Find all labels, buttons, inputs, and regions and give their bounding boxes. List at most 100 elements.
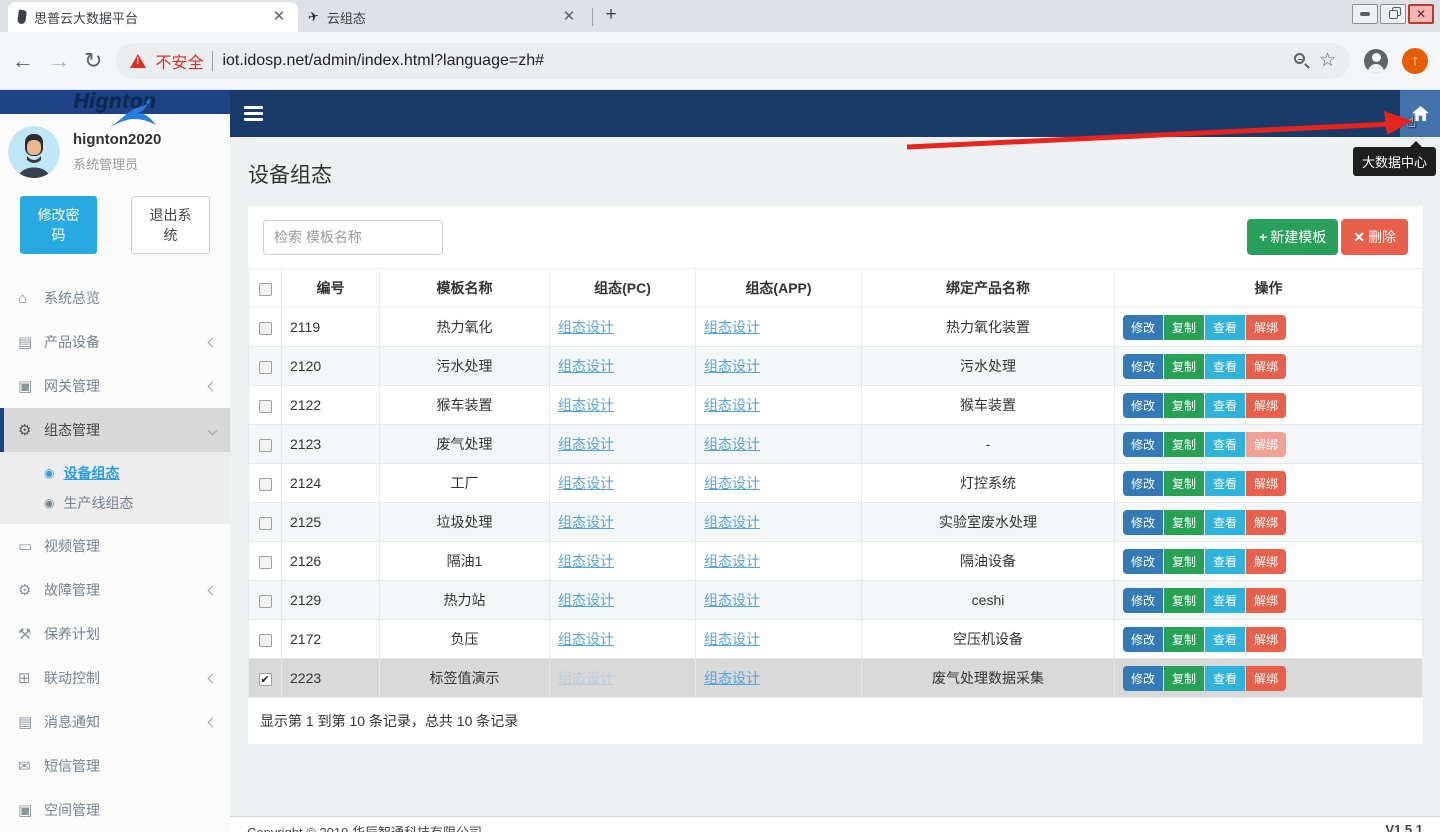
close-button[interactable]: ✕ (1408, 4, 1434, 24)
row-checkbox[interactable]: ✔ (259, 673, 272, 686)
copy-button[interactable]: 复制 (1164, 393, 1204, 418)
pc-config-link[interactable]: 组态设计 (558, 514, 614, 530)
copy-button[interactable]: 复制 (1164, 549, 1204, 574)
app-config-link[interactable]: 组态设计 (704, 397, 760, 413)
pc-config-link[interactable]: 组态设计 (558, 670, 614, 686)
app-config-link[interactable]: 组态设计 (704, 592, 760, 608)
view-button[interactable]: 查看 (1205, 471, 1245, 496)
app-config-link[interactable]: 组态设计 (704, 475, 760, 491)
new-template-button[interactable]: +新建模板 (1247, 219, 1338, 255)
app-config-link[interactable]: 组态设计 (704, 436, 760, 452)
sidebar-item-保养计划[interactable]: ⚒保养计划 (0, 612, 230, 656)
view-button[interactable]: 查看 (1205, 588, 1245, 613)
pc-config-link[interactable]: 组态设计 (558, 358, 614, 374)
copy-button[interactable]: 复制 (1164, 471, 1204, 496)
row-checkbox[interactable] (259, 322, 272, 335)
edit-button[interactable]: 修改 (1123, 315, 1163, 340)
logout-button[interactable]: 退出系统 (131, 196, 210, 254)
view-button[interactable]: 查看 (1205, 666, 1245, 691)
tab-cloud-config[interactable]: ✈ 云组态 ✕ (298, 2, 588, 32)
row-checkbox[interactable] (259, 361, 272, 374)
row-checkbox[interactable] (259, 439, 272, 452)
unbind-button[interactable]: 解绑 (1246, 393, 1286, 418)
row-checkbox[interactable] (259, 478, 272, 491)
sidebar-item-组态管理[interactable]: ⚙组态管理 (0, 408, 230, 452)
app-config-link[interactable]: 组态设计 (704, 514, 760, 530)
sidebar-item-消息通知[interactable]: ▤消息通知 (0, 700, 230, 744)
browser-profile-icon[interactable] (1364, 49, 1388, 73)
edit-button[interactable]: 修改 (1123, 354, 1163, 379)
row-checkbox[interactable] (259, 634, 272, 647)
sidebar-item-系统总览[interactable]: ⌂系统总览 (0, 276, 230, 320)
select-all-checkbox[interactable] (259, 283, 272, 296)
tab-close-icon[interactable]: ✕ (560, 8, 578, 26)
pc-config-link[interactable]: 组态设计 (558, 631, 614, 647)
unbind-button[interactable]: 解绑 (1246, 510, 1286, 535)
edit-button[interactable]: 修改 (1123, 432, 1163, 457)
search-input[interactable] (263, 220, 443, 255)
copy-button[interactable]: 复制 (1164, 354, 1204, 379)
pc-config-link[interactable]: 组态设计 (558, 553, 614, 569)
edit-button[interactable]: 修改 (1123, 588, 1163, 613)
reload-icon[interactable]: ↻ (84, 50, 102, 72)
edit-button[interactable]: 修改 (1123, 549, 1163, 574)
new-tab-button[interactable]: + (597, 2, 625, 30)
view-button[interactable]: 查看 (1205, 315, 1245, 340)
row-checkbox[interactable] (259, 595, 272, 608)
delete-button[interactable]: ✕删除 (1341, 219, 1408, 255)
back-icon[interactable]: ← (12, 50, 34, 72)
unbind-button[interactable]: 解绑 (1246, 432, 1286, 457)
pc-config-link[interactable]: 组态设计 (558, 475, 614, 491)
bigdata-center-home-button[interactable]: ☝ (1400, 90, 1440, 137)
sidebar-item-联动控制[interactable]: ⊞联动控制 (0, 656, 230, 700)
submenu-item-设备组态[interactable]: ◉设备组态 (0, 458, 230, 488)
copy-button[interactable]: 复制 (1164, 510, 1204, 535)
copy-button[interactable]: 复制 (1164, 627, 1204, 652)
forward-icon[interactable]: → (48, 50, 70, 72)
pc-config-link[interactable]: 组态设计 (558, 436, 614, 452)
edit-button[interactable]: 修改 (1123, 627, 1163, 652)
app-config-link[interactable]: 组态设计 (704, 358, 760, 374)
app-config-link[interactable]: 组态设计 (704, 553, 760, 569)
edit-button[interactable]: 修改 (1123, 393, 1163, 418)
unbind-button[interactable]: 解绑 (1246, 666, 1286, 691)
tab-dashboard[interactable]: 思普云大数据平台 ✕ (8, 2, 298, 32)
sidebar-item-短信管理[interactable]: ✉短信管理 (0, 744, 230, 788)
app-config-link[interactable]: 组态设计 (704, 319, 760, 335)
sidebar-toggle-button[interactable] (244, 106, 263, 121)
copy-button[interactable]: 复制 (1164, 666, 1204, 691)
address-bar[interactable]: 不安全 iot.idosp.net/admin/index.html?langu… (116, 43, 1350, 79)
unbind-button[interactable]: 解绑 (1246, 549, 1286, 574)
bookmark-star-icon[interactable]: ☆ (1319, 49, 1336, 72)
pc-config-link[interactable]: 组态设计 (558, 397, 614, 413)
submenu-item-生产线组态[interactable]: ◉生产线组态 (0, 488, 230, 518)
sidebar-item-视频管理[interactable]: ▭视频管理 (0, 524, 230, 568)
row-checkbox[interactable] (259, 517, 272, 530)
view-button[interactable]: 查看 (1205, 393, 1245, 418)
row-checkbox[interactable] (259, 556, 272, 569)
pc-config-link[interactable]: 组态设计 (558, 592, 614, 608)
sidebar-item-故障管理[interactable]: ⚙故障管理 (0, 568, 230, 612)
unbind-button[interactable]: 解绑 (1246, 471, 1286, 496)
view-button[interactable]: 查看 (1205, 354, 1245, 379)
edit-button[interactable]: 修改 (1123, 471, 1163, 496)
view-button[interactable]: 查看 (1205, 549, 1245, 574)
view-button[interactable]: 查看 (1205, 627, 1245, 652)
unbind-button[interactable]: 解绑 (1246, 588, 1286, 613)
app-config-link[interactable]: 组态设计 (704, 631, 760, 647)
tab-close-icon[interactable]: ✕ (270, 8, 288, 26)
app-config-link[interactable]: 组态设计 (704, 670, 760, 686)
unbind-button[interactable]: 解绑 (1246, 354, 1286, 379)
sidebar-item-产品设备[interactable]: ▤产品设备 (0, 320, 230, 364)
edit-button[interactable]: 修改 (1123, 510, 1163, 535)
sidebar-item-网关管理[interactable]: ▣网关管理 (0, 364, 230, 408)
copy-button[interactable]: 复制 (1164, 315, 1204, 340)
minimize-button[interactable] (1352, 4, 1378, 24)
sidebar-item-空间管理[interactable]: ▣空间管理 (0, 788, 230, 832)
unbind-button[interactable]: 解绑 (1246, 315, 1286, 340)
unbind-button[interactable]: 解绑 (1246, 627, 1286, 652)
copy-button[interactable]: 复制 (1164, 432, 1204, 457)
copy-button[interactable]: 复制 (1164, 588, 1204, 613)
view-button[interactable]: 查看 (1205, 432, 1245, 457)
restore-button[interactable] (1380, 4, 1406, 24)
